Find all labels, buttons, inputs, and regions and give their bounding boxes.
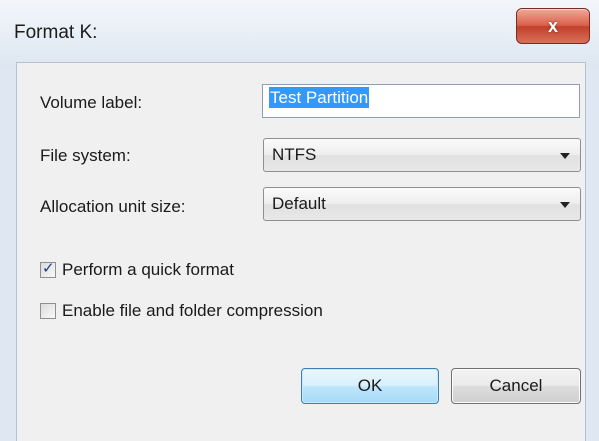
compression-checkbox[interactable]	[40, 303, 56, 319]
volume-label-input[interactable]: Test Partition	[262, 84, 580, 118]
file-system-value: NTFS	[272, 145, 317, 164]
file-system-select[interactable]: NTFS	[263, 138, 581, 172]
allocation-unit-size-label: Allocation unit size:	[40, 197, 186, 216]
volume-label-label: Volume label:	[40, 93, 143, 112]
close-button[interactable]: x	[516, 8, 590, 44]
compression-option[interactable]: Enable file and folder compression	[40, 299, 323, 323]
cancel-button[interactable]: Cancel	[451, 368, 581, 404]
file-system-label: File system:	[40, 146, 131, 165]
checkmark-icon: ✓	[42, 260, 55, 277]
ok-button[interactable]: OK	[301, 368, 439, 404]
quick-format-label: Perform a quick format	[62, 260, 234, 279]
format-dialog: Format K: x Volume label: Test Partition…	[0, 0, 599, 441]
compression-label: Enable file and folder compression	[62, 301, 323, 320]
chevron-down-icon	[560, 153, 570, 159]
dialog-title: Format K:	[14, 22, 98, 43]
volume-label-value: Test Partition	[269, 87, 370, 108]
title-bar[interactable]: Format K: x	[0, 0, 599, 68]
close-icon: x	[547, 16, 558, 36]
quick-format-option[interactable]: ✓ Perform a quick format	[40, 258, 234, 282]
quick-format-checkbox[interactable]: ✓	[40, 260, 56, 278]
chevron-down-icon	[560, 202, 570, 208]
allocation-unit-size-value: Default	[272, 194, 326, 213]
dialog-content: Volume label: Test Partition File system…	[16, 62, 586, 441]
allocation-unit-size-select[interactable]: Default	[263, 187, 581, 221]
